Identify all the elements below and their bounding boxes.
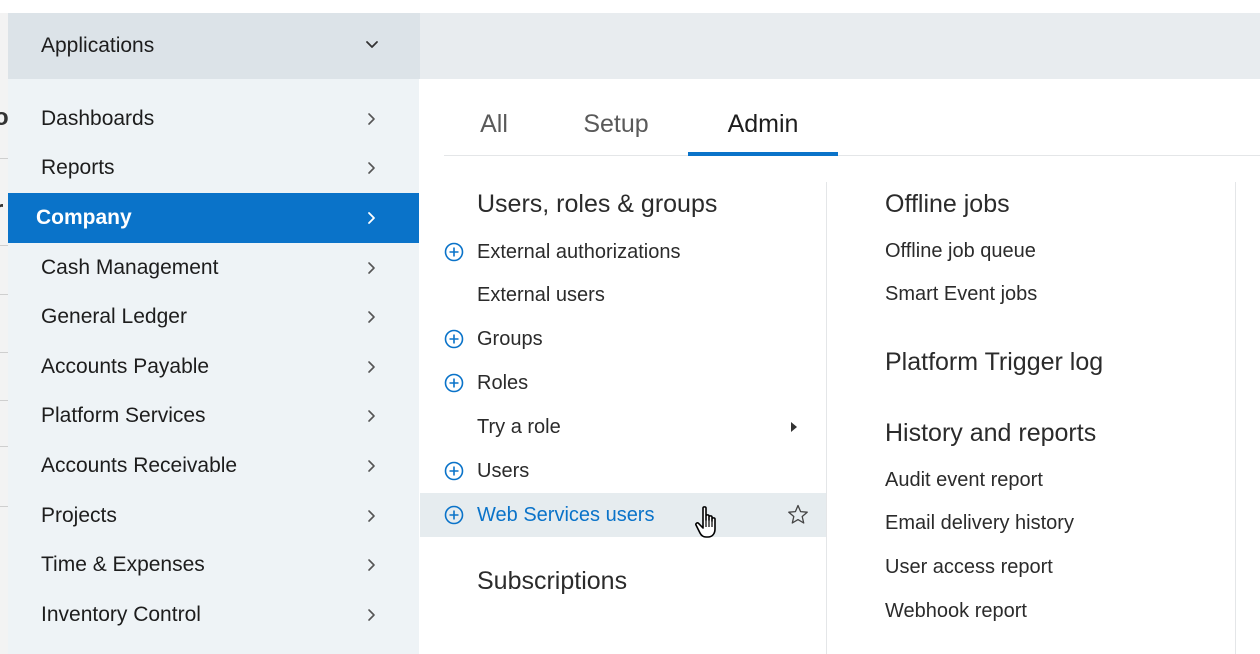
- chevron-right-icon: [368, 212, 375, 224]
- chevron-right-icon: [368, 311, 375, 323]
- submenu-arrow-icon: [791, 422, 797, 432]
- section-title-subscriptions: Subscriptions: [477, 567, 628, 595]
- menu-link-label: External authorizations: [477, 240, 681, 263]
- sidebar-item-label: Accounts Payable: [41, 354, 210, 378]
- tab-all[interactable]: All: [466, 95, 522, 153]
- background-divider: [0, 294, 8, 295]
- background-divider: [0, 506, 8, 507]
- background-divider: [0, 400, 8, 401]
- chevron-right-icon: [368, 360, 375, 373]
- sidebar-item-label: Accounts Receivable: [41, 453, 238, 477]
- section-title-users-roles-groups: Users, roles & groups: [477, 190, 718, 218]
- sidebar-item-label: Time & Expenses: [41, 553, 205, 577]
- sidebar-item-label: Projects: [41, 503, 117, 527]
- sidebar-item-company[interactable]: Company: [8, 193, 419, 243]
- menu-link-web-services-users[interactable]: Web Services users: [420, 493, 826, 537]
- sidebar-item-label: Cash Management: [41, 255, 219, 279]
- active-tab-indicator: [688, 152, 838, 156]
- menu-link-label: Users: [477, 459, 530, 482]
- background-divider: [0, 446, 8, 447]
- menu-link-user-access-report[interactable]: User access report: [885, 556, 1053, 579]
- menu-link-roles[interactable]: Roles: [420, 361, 826, 405]
- chevron-right-icon: [368, 162, 375, 175]
- background-divider: [0, 352, 8, 353]
- sidebar-item-time-expenses[interactable]: Time & Expenses: [8, 540, 419, 590]
- menu-link-smart-event-jobs[interactable]: Smart Event jobs: [885, 283, 1037, 306]
- sidebar-item-general-ledger[interactable]: General Ledger: [8, 292, 419, 342]
- column-divider: [1235, 182, 1236, 654]
- sidebar-item-label: Reports: [41, 156, 115, 180]
- menu-link-label: Web Services users: [477, 503, 655, 526]
- tab-label: Setup: [583, 109, 649, 138]
- menu-link-external-users[interactable]: External users: [420, 273, 826, 317]
- menu-link-platform-trigger-log[interactable]: Platform Trigger log: [885, 348, 1103, 377]
- add-circle-icon[interactable]: [444, 242, 464, 262]
- applications-dropdown[interactable]: Applications: [8, 13, 420, 79]
- background-app-edge: o r: [0, 0, 9, 654]
- menu-link-webhook-report[interactable]: Webhook report: [885, 600, 1027, 623]
- chevron-right-icon: [368, 559, 375, 571]
- column-divider: [826, 182, 827, 654]
- background-text-fragment: r: [0, 196, 3, 224]
- chevron-right-icon: [368, 608, 375, 621]
- menu-link-offline-job-queue[interactable]: Offline job queue: [885, 240, 1036, 263]
- background-divider: [0, 245, 8, 246]
- add-circle-icon[interactable]: [444, 505, 464, 525]
- sidebar-item-inventory-control[interactable]: Inventory Control: [8, 590, 419, 640]
- menu-link-external-authorizations[interactable]: External authorizations: [420, 230, 826, 274]
- add-circle-icon[interactable]: [444, 373, 464, 393]
- tab-setup[interactable]: Setup: [572, 95, 660, 153]
- applications-sidebar: Applications Dashboards Reports Company …: [8, 13, 420, 654]
- menu-link-groups[interactable]: Groups: [420, 317, 826, 361]
- sidebar-item-label: Platform Services: [41, 404, 206, 428]
- menu-link-label: Try a role: [477, 415, 561, 438]
- chevron-right-icon: [368, 509, 375, 522]
- sidebar-item-accounts-payable[interactable]: Accounts Payable: [8, 342, 419, 392]
- menu-link-label: Groups: [477, 327, 543, 350]
- tab-admin[interactable]: Admin: [688, 95, 838, 156]
- sidebar-item-label: Company: [36, 205, 132, 229]
- menu-link-label: External users: [477, 283, 605, 306]
- chevron-right-icon: [368, 460, 375, 472]
- sidebar-item-cash-management[interactable]: Cash Management: [8, 243, 419, 293]
- tab-label: Admin: [727, 109, 799, 138]
- favorite-star-icon[interactable]: [786, 503, 810, 527]
- chevron-right-icon: [368, 112, 375, 125]
- top-bar: [0, 0, 1260, 13]
- sidebar-item-label: Inventory Control: [41, 602, 201, 626]
- section-title-history-and-reports: History and reports: [885, 419, 1097, 447]
- sidebar-item-label: General Ledger: [41, 305, 187, 329]
- menu-link-users[interactable]: Users: [420, 449, 826, 493]
- sidebar-item-dashboards[interactable]: Dashboards: [8, 94, 419, 144]
- menu-link-audit-event-report[interactable]: Audit event report: [885, 469, 1043, 492]
- tab-label: All: [480, 109, 508, 138]
- sidebar-item-label: Dashboards: [41, 106, 155, 130]
- sidebar-item-accounts-receivable[interactable]: Accounts Receivable: [8, 441, 419, 491]
- menu-link-try-a-role[interactable]: Try a role: [420, 405, 826, 449]
- sidebar-item-platform-services[interactable]: Platform Services: [8, 392, 419, 442]
- add-circle-icon[interactable]: [444, 329, 464, 349]
- applications-label: Applications: [41, 34, 155, 57]
- sidebar-item-reports[interactable]: Reports: [8, 144, 419, 194]
- chevron-down-icon: [366, 41, 378, 48]
- chevron-right-icon: [368, 410, 375, 423]
- menu-link-label: Roles: [477, 371, 529, 394]
- add-circle-icon[interactable]: [444, 461, 464, 481]
- section-title-offline-jobs: Offline jobs: [885, 190, 1010, 218]
- submenu-tabs: All Setup Admin: [444, 95, 1260, 156]
- menu-link-email-delivery-history[interactable]: Email delivery history: [885, 512, 1074, 535]
- application-nav-list: Dashboards Reports Company Cash Manageme…: [8, 94, 419, 640]
- menu-header-bar: [420, 13, 1260, 79]
- hand-pointer-cursor-icon: [695, 506, 716, 538]
- sidebar-item-projects[interactable]: Projects: [8, 491, 419, 541]
- background-divider: [0, 158, 8, 159]
- chevron-right-icon: [368, 261, 375, 274]
